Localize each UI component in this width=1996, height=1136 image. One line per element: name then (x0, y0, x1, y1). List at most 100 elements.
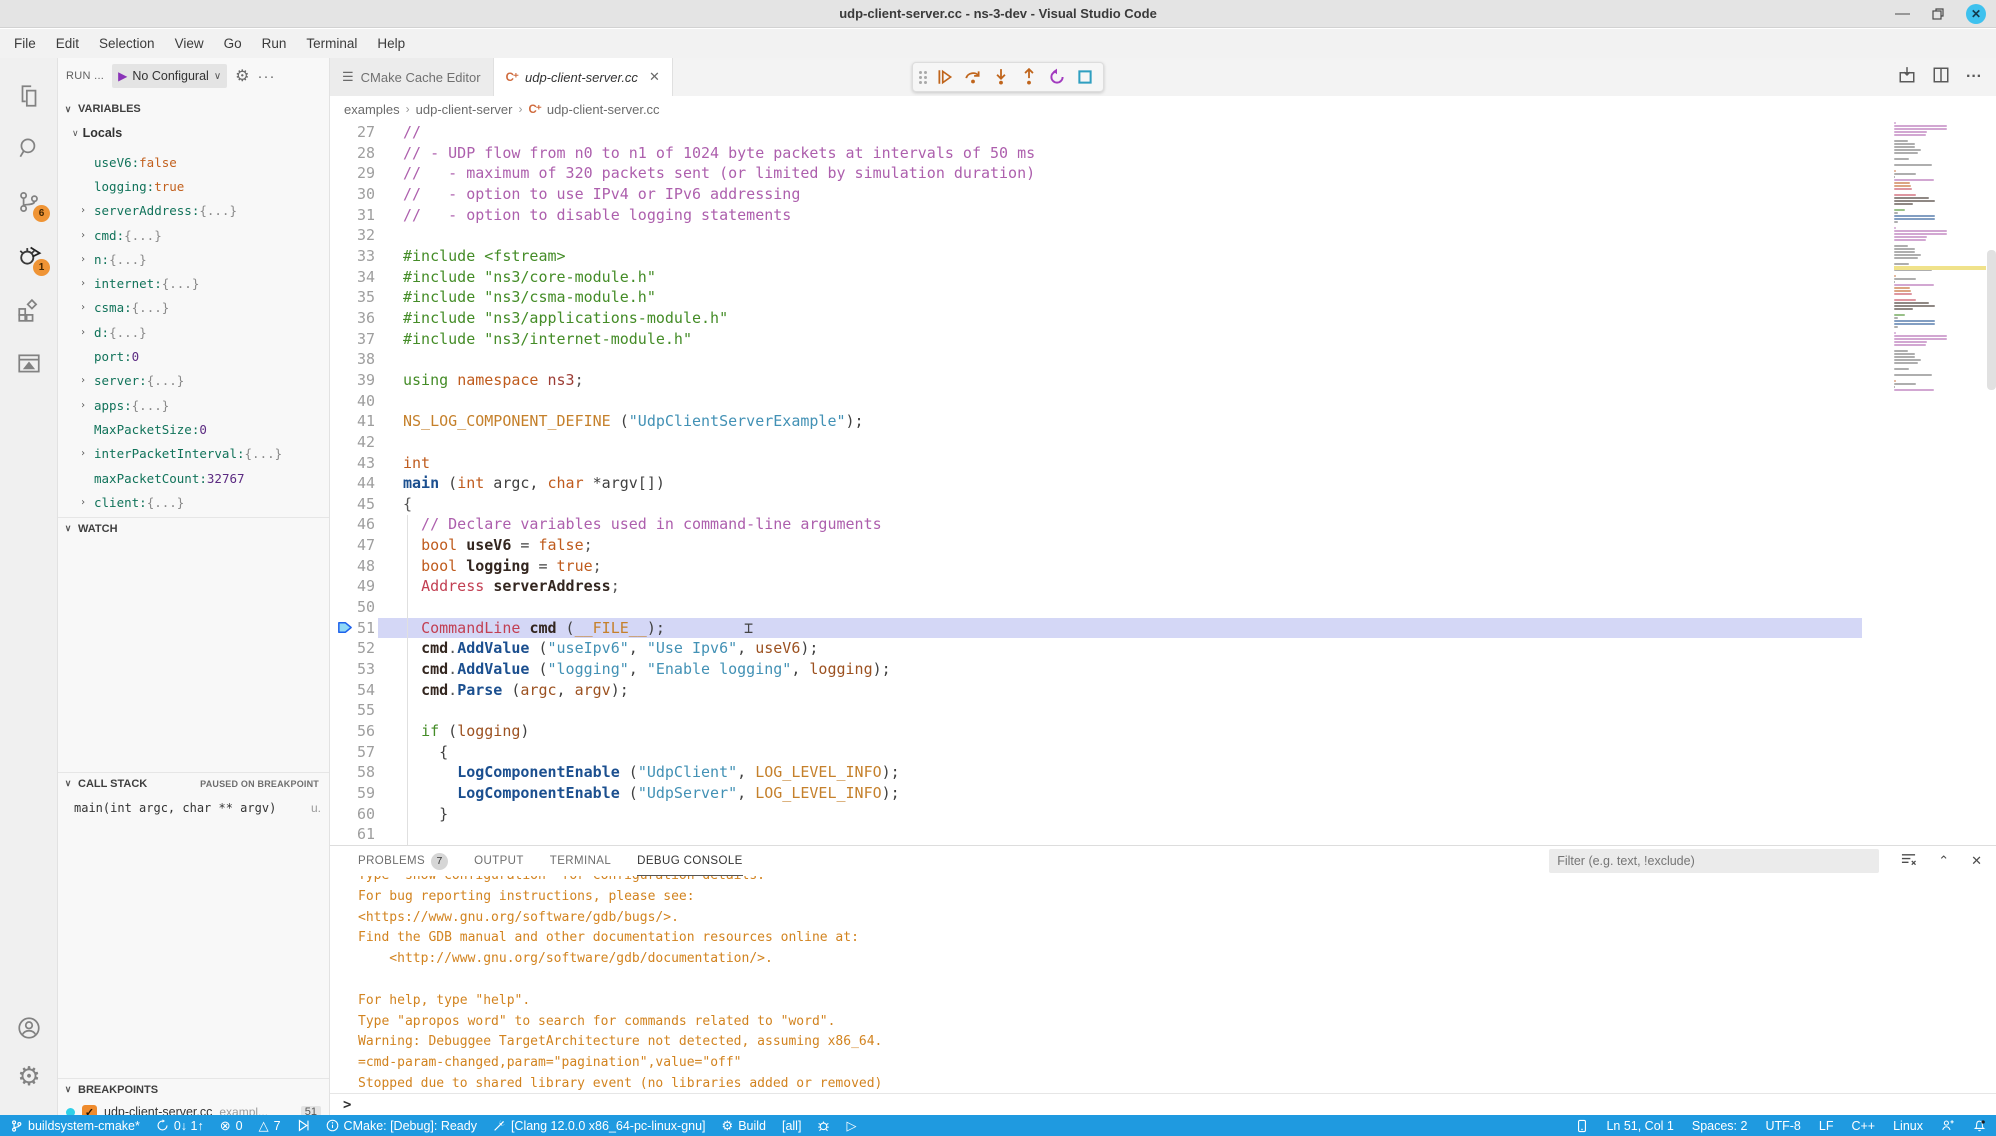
line-number[interactable]: 45 (330, 494, 375, 515)
variable-row[interactable]: ›d: {...} (58, 320, 329, 344)
status-item-remote[interactable] (1576, 1119, 1588, 1133)
drag-handle[interactable] (919, 71, 927, 84)
variable-row[interactable]: useV6: false (58, 150, 329, 174)
tab-udp-client-server[interactable]: C⁺ udp-client-server.cc ✕ (494, 58, 673, 96)
line-number[interactable]: 49 (330, 576, 375, 597)
status-item-bell[interactable] (1973, 1119, 1986, 1133)
line-number[interactable]: 47 (330, 535, 375, 556)
status-item[interactable]: Ln 51, Col 1 (1606, 1119, 1673, 1133)
line-number[interactable]: 50 (330, 597, 375, 618)
line-number[interactable]: 43 (330, 453, 375, 474)
line-number[interactable]: 29 (330, 163, 375, 184)
line-number[interactable]: 27 (330, 122, 375, 143)
tab-cmake-cache-editor[interactable]: ☰ CMake Cache Editor (330, 58, 494, 96)
minimap[interactable] (1894, 122, 1986, 392)
status-item[interactable]: Linux (1893, 1119, 1923, 1133)
explorer-icon[interactable] (0, 74, 58, 118)
maximize-button[interactable] (1932, 8, 1944, 20)
chevron-right-icon[interactable]: › (80, 375, 94, 386)
status-item-info[interactable]: CMake: [Debug]: Ready (326, 1119, 477, 1133)
menu-selection[interactable]: Selection (89, 29, 165, 58)
variable-row[interactable]: ›cmd: {...} (58, 223, 329, 247)
status-item-tools[interactable]: [Clang 12.0.0 x86_64-pc-linux-gnu] (493, 1119, 706, 1133)
cmake-panel-icon[interactable] (0, 342, 58, 386)
chevron-right-icon[interactable]: › (80, 230, 94, 241)
chevron-right-icon[interactable]: › (80, 497, 94, 508)
step-out-button[interactable] (1017, 65, 1041, 89)
editor-scrollbar[interactable] (1987, 250, 1996, 390)
watch-section-header[interactable]: ∨ WATCH (58, 517, 329, 539)
status-item[interactable]: LF (1819, 1119, 1834, 1133)
start-debug-icon[interactable]: ▶ (118, 69, 127, 83)
line-number[interactable]: 28 (330, 143, 375, 164)
debug-console-input[interactable]: > (330, 1093, 1996, 1115)
close-button[interactable]: ✕ (1966, 4, 1986, 24)
breadcrumb-item[interactable]: examples (344, 102, 400, 117)
breadcrumb-item[interactable]: udp-client-server.cc (547, 102, 660, 117)
clear-console-icon[interactable] (1901, 852, 1916, 870)
line-number[interactable]: 36 (330, 308, 375, 329)
variable-row[interactable]: logging: true (58, 174, 329, 198)
line-number[interactable]: 59 (330, 783, 375, 804)
chevron-right-icon[interactable]: › (80, 302, 94, 313)
breakpoints-section-header[interactable]: ∨ BREAKPOINTS (58, 1078, 329, 1100)
accounts-icon[interactable] (0, 1006, 58, 1050)
search-icon[interactable] (0, 126, 58, 170)
debug-settings-gear-icon[interactable]: ⚙ (235, 66, 249, 86)
status-item-debug-launch[interactable] (297, 1119, 310, 1132)
minimize-button[interactable]: — (1895, 9, 1910, 19)
extensions-icon[interactable] (0, 288, 58, 332)
menu-edit[interactable]: Edit (46, 29, 89, 58)
variable-row[interactable]: ›serverAddress: {...} (58, 199, 329, 223)
line-number[interactable]: 33 (330, 246, 375, 267)
variable-row[interactable]: ›apps: {...} (58, 393, 329, 417)
line-number[interactable]: 38 (330, 349, 375, 370)
chevron-right-icon[interactable]: › (80, 278, 94, 289)
line-number[interactable]: 37 (330, 329, 375, 350)
menu-go[interactable]: Go (214, 29, 252, 58)
breadcrumb-item[interactable]: udp-client-server (416, 102, 513, 117)
line-number[interactable]: 61 (330, 824, 375, 845)
variable-row[interactable]: ›server: {...} (58, 369, 329, 393)
menu-terminal[interactable]: Terminal (296, 29, 367, 58)
variable-row[interactable]: port: 0 (58, 344, 329, 368)
variable-row[interactable]: ›csma: {...} (58, 296, 329, 320)
variable-row[interactable]: ›interPacketInterval: {...} (58, 442, 329, 466)
line-number[interactable]: 40 (330, 391, 375, 412)
status-item[interactable]: UTF-8 (1765, 1119, 1800, 1133)
step-over-button[interactable] (961, 65, 985, 89)
variable-row[interactable]: MaxPacketSize: 0 (58, 417, 329, 441)
run-debug-icon[interactable]: 1 (0, 234, 58, 278)
locals-scope[interactable]: ∨ Locals (72, 126, 122, 140)
menu-help[interactable]: Help (367, 29, 415, 58)
status-item-play[interactable]: ▷ (846, 1119, 856, 1133)
close-panel-icon[interactable]: ✕ (1971, 853, 1982, 869)
variable-row[interactable]: ›client: {...} (58, 490, 329, 514)
editor-more-actions-icon[interactable]: ··· (1966, 68, 1982, 86)
stack-frame[interactable]: main(int argc, char ** argv) u. (58, 796, 329, 820)
panel-tab-problems[interactable]: PROBLEMS7 (358, 846, 448, 876)
variable-row[interactable]: maxPacketCount: 32767 (58, 466, 329, 490)
continue-button[interactable] (933, 65, 957, 89)
status-item-gear[interactable]: ⚙Build (722, 1119, 766, 1133)
panel-tab-debug-console[interactable]: DEBUG CONSOLE (637, 846, 743, 876)
restart-button[interactable] (1045, 65, 1069, 89)
status-item-sync[interactable]: 0↓ 1↑ (156, 1119, 204, 1133)
code-editor[interactable]: 27//28// - UDP flow from n0 to n1 of 102… (330, 122, 1996, 845)
menu-run[interactable]: Run (252, 29, 297, 58)
line-number[interactable]: 32 (330, 225, 375, 246)
chevron-right-icon[interactable]: › (80, 254, 94, 265)
run-or-debug-icon[interactable] (1898, 66, 1916, 89)
line-number[interactable]: 58 (330, 762, 375, 783)
line-number[interactable]: 60 (330, 804, 375, 825)
line-number[interactable]: 56 (330, 721, 375, 742)
variables-section-header[interactable]: ∨ VARIABLES (58, 98, 329, 120)
line-number[interactable]: 48 (330, 556, 375, 577)
chevron-right-icon[interactable]: › (80, 400, 94, 411)
line-number[interactable]: 41 (330, 411, 375, 432)
call-stack-section-header[interactable]: ∨ CALL STACK PAUSED ON BREAKPOINT (58, 772, 329, 794)
line-number[interactable]: 57 (330, 742, 375, 763)
menu-view[interactable]: View (165, 29, 214, 58)
console-filter-input[interactable] (1549, 849, 1879, 873)
stop-button[interactable] (1073, 65, 1097, 89)
